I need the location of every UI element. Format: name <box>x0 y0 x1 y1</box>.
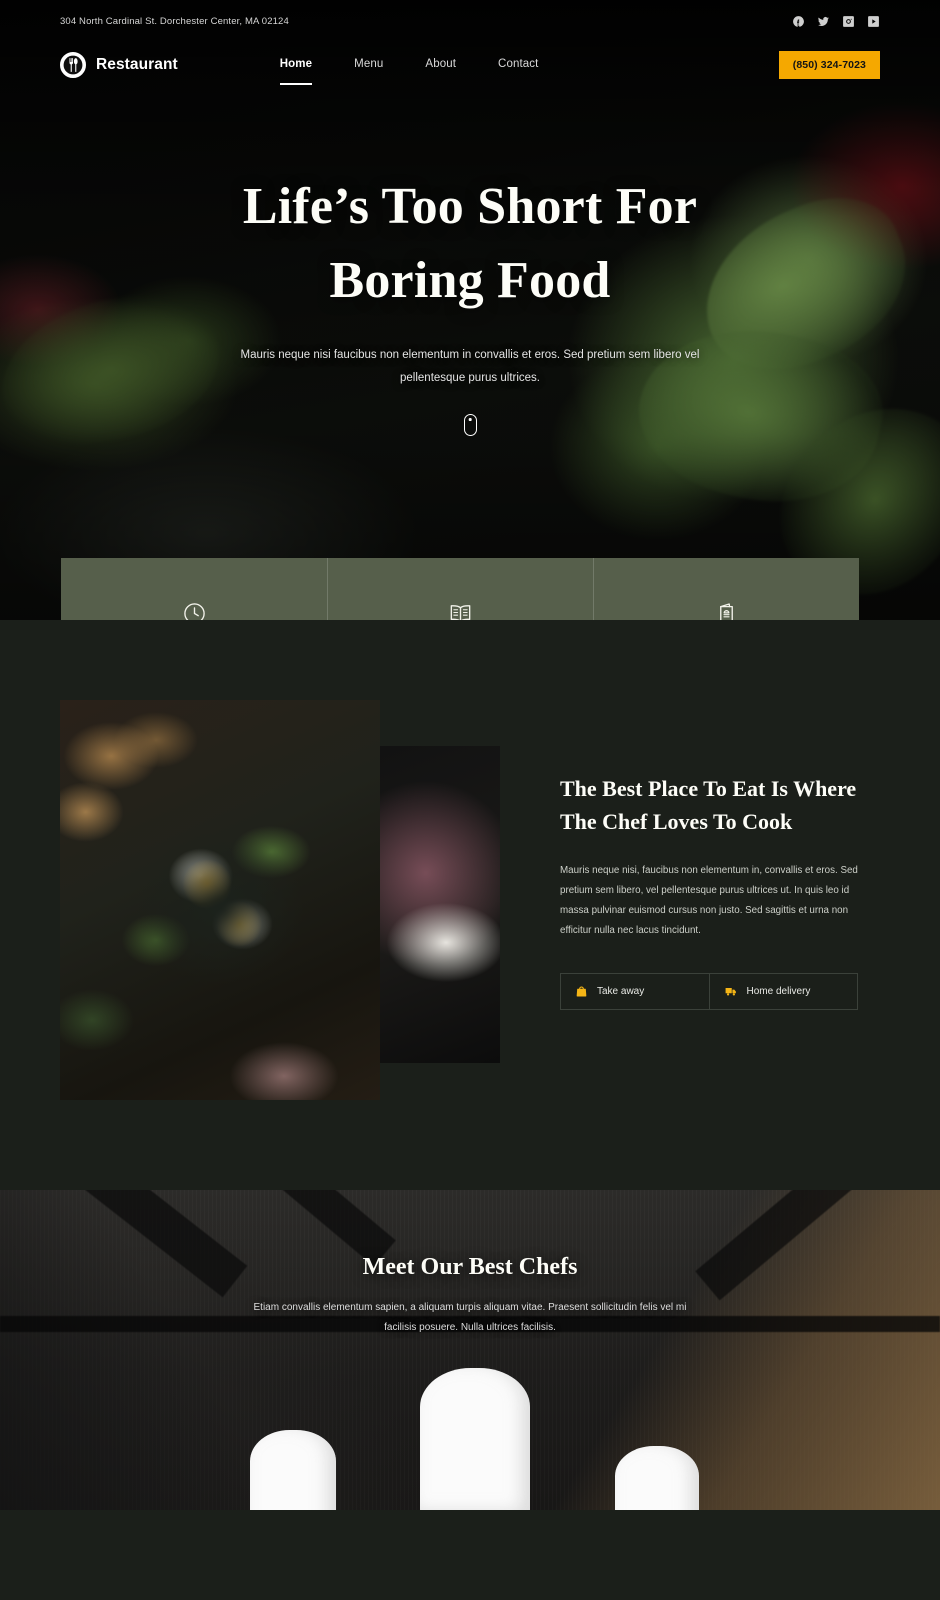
about-title: The Best Place To Eat Is Where The Chef … <box>560 776 857 835</box>
home-delivery-label: Home delivery <box>746 986 811 998</box>
nav-item-home[interactable]: Home <box>279 58 313 85</box>
instagram-icon[interactable] <box>842 15 855 28</box>
feature-card-work-hours[interactable]: Work Hours Mon – Sun / 12 am – 12pm <box>61 558 327 620</box>
about-section: The Best Place To Eat Is Where The Chef … <box>0 620 940 1190</box>
chefs-title: Meet Our Best Chefs <box>362 1254 578 1280</box>
nav-item-about[interactable]: About <box>425 58 456 73</box>
chefs-section: Meet Our Best Chefs Etiam convallis elem… <box>0 1190 940 1510</box>
order-options: Take away Home delivery <box>560 973 858 1011</box>
chef-hat <box>250 1430 336 1510</box>
about-paragraph: Mauris neque nisi, faucibus non elementu… <box>560 864 858 937</box>
about-photo-secondary <box>380 746 500 1063</box>
top-bar: 304 North Cardinal St. Dorchester Center… <box>0 0 940 34</box>
nav-item-menu[interactable]: Menu <box>354 58 383 73</box>
facebook-icon[interactable] <box>792 15 805 28</box>
hero-title-line-1: Life’s Too Short For <box>242 178 698 235</box>
twitter-icon[interactable] <box>817 15 830 28</box>
social-links <box>792 15 880 28</box>
brand-logo[interactable]: Restaurant <box>60 52 178 78</box>
fork-and-spoon-circle-icon <box>60 52 86 78</box>
delivery-truck-icon <box>724 985 738 998</box>
clock-icon <box>182 601 207 620</box>
about-inner: The Best Place To Eat Is Where The Chef … <box>0 700 940 1110</box>
nav-menu: Home Menu About Contact <box>279 58 539 85</box>
chef-hat <box>615 1446 699 1510</box>
shopping-bag-icon <box>575 985 588 998</box>
feature-card-best-menu[interactable]: Best Menu Taste the difference <box>593 558 859 620</box>
chef-hat <box>420 1368 530 1510</box>
hero-title: Life’s Too Short For Boring Food <box>160 170 780 318</box>
take-away-button[interactable]: Take away <box>561 974 709 1009</box>
about-text: The Best Place To Eat Is Where The Chef … <box>500 700 880 1011</box>
address-text: 304 North Cardinal St. Dorchester Center… <box>60 16 289 27</box>
brand-name: Restaurant <box>96 56 178 73</box>
hero-title-line-2: Boring Food <box>329 251 611 309</box>
about-photo-primary <box>60 700 380 1100</box>
main-navigation: Restaurant Home Menu About Contact (850)… <box>0 34 940 96</box>
open-book-icon <box>448 601 473 620</box>
about-images <box>60 700 500 1110</box>
take-away-label: Take away <box>597 986 645 998</box>
youtube-icon[interactable] <box>867 15 880 28</box>
feature-card-book-a-table[interactable]: Book a Table (850) 324-7023 <box>327 558 593 620</box>
hero-section: 304 North Cardinal St. Dorchester Center… <box>0 0 940 620</box>
mouse-scroll-icon[interactable] <box>463 413 477 436</box>
home-delivery-button[interactable]: Home delivery <box>708 974 858 1010</box>
menu-card-icon <box>714 601 739 620</box>
chefs-header: Meet Our Best Chefs Etiam convallis elem… <box>0 1190 940 1338</box>
restaurant-landing-page: 304 North Cardinal St. Dorchester Center… <box>0 0 940 1510</box>
hero-content: Life’s Too Short For Boring Food Mauris … <box>0 96 940 436</box>
feature-cards: Work Hours Mon – Sun / 12 am – 12pm Book… <box>61 558 859 620</box>
phone-cta-button[interactable]: (850) 324-7023 <box>778 51 880 79</box>
hero-subtitle: Mauris neque nisi faucibus non elementum… <box>240 348 700 384</box>
nav-item-contact[interactable]: Contact <box>498 58 538 73</box>
chefs-subtitle: Etiam convallis elementum sapien, a aliq… <box>253 1302 687 1333</box>
